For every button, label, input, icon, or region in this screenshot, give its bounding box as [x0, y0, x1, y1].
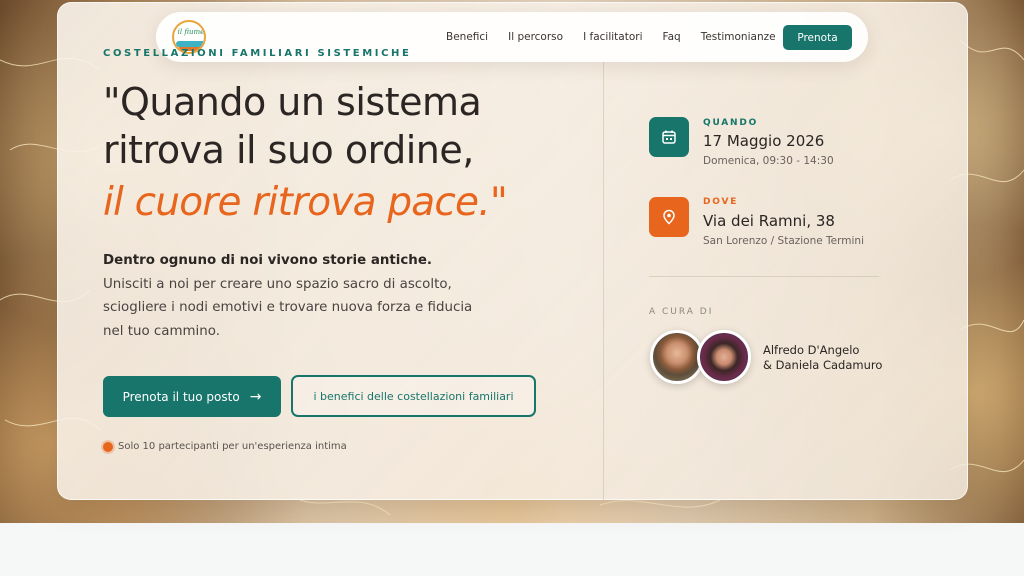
book-seat-button[interactable]: Prenota il tuo posto → — [103, 376, 281, 417]
headline-line-2: ritrova il suo ordine, — [103, 128, 474, 172]
facilitator-2-name: & Daniela Cadamuro — [763, 357, 883, 372]
event-date: 17 Maggio 2026 — [703, 132, 825, 150]
dot-icon — [103, 442, 113, 452]
headline-accent: il cuore ritrova pace." — [103, 180, 508, 225]
nav-link-benefici[interactable]: Benefici — [446, 31, 488, 43]
arrow-right-icon: → — [249, 388, 262, 405]
location-pin-icon — [663, 209, 675, 225]
hero-description-bold: Dentro ognuno di noi vivono storie antic… — [103, 253, 433, 268]
facilitator-names: Alfredo D'Angelo & Daniela Cadamuro — [763, 343, 882, 372]
when-icon-box — [649, 117, 689, 157]
benefits-button[interactable]: i benefici delle costellazioni familiari — [291, 375, 536, 417]
where-icon-box — [649, 197, 689, 237]
event-area: San Lorenzo / Stazione Termini — [703, 235, 864, 247]
nav-book-button[interactable]: Prenota — [783, 25, 852, 50]
nav-link-faq[interactable]: Faq — [663, 31, 681, 43]
event-time: Domenica, 09:30 - 14:30 — [703, 155, 834, 167]
vertical-divider — [603, 60, 604, 500]
curated-by-label: A CURA DI — [649, 307, 714, 317]
calendar-icon — [662, 130, 676, 144]
hero-description-rest: Unisciti a noi per creare uno spazio sac… — [103, 276, 473, 339]
facilitator-1-name: Alfredo D'Angelo — [763, 343, 860, 357]
nav-links: Benefici Il percorso I facilitatori Faq … — [446, 12, 796, 62]
participants-note: Solo 10 partecipanti per un'esperienza i… — [118, 441, 347, 452]
next-section-strip — [0, 523, 1024, 576]
when-label: QUANDO — [703, 118, 759, 128]
avatar-facilitator-1 — [650, 330, 704, 384]
event-address: Via dei Ramni, 38 — [703, 212, 835, 230]
nav-link-percorso[interactable]: Il percorso — [508, 31, 563, 43]
nav-link-testimonianze[interactable]: Testimonianze — [701, 31, 776, 43]
where-label: DOVE — [703, 197, 739, 207]
hero-description: Dentro ognuno di noi vivono storie antic… — [103, 249, 473, 343]
horizontal-divider — [649, 276, 879, 277]
headline-line-1: "Quando un sistema — [103, 80, 482, 124]
logo-text: il fiume — [177, 28, 205, 36]
book-seat-label: Prenota il tuo posto — [122, 389, 240, 404]
nav-link-facilitatori[interactable]: I facilitatori — [583, 31, 642, 43]
eyebrow-label: COSTELLAZIONI FAMILIARI SISTEMICHE — [103, 48, 412, 59]
avatar-facilitator-2 — [697, 330, 751, 384]
